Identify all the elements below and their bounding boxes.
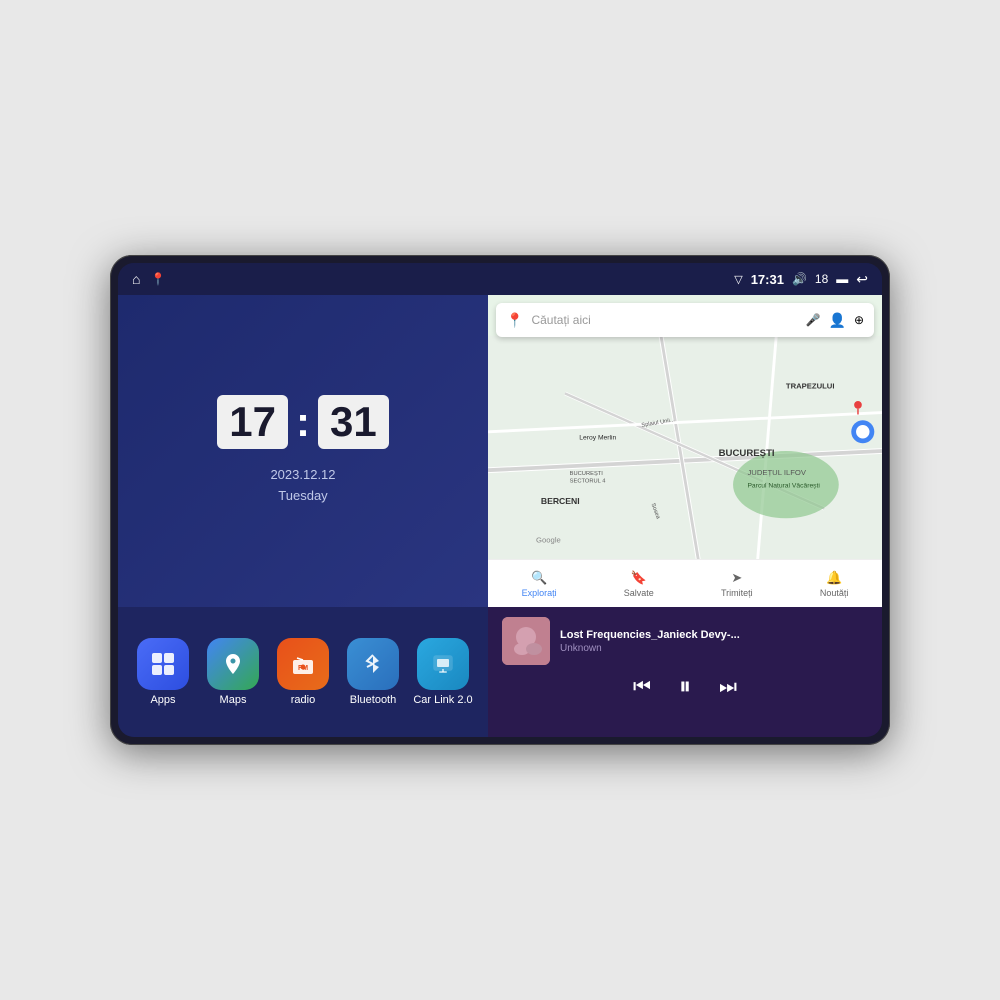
clock-display: 17 : 31 [217, 395, 388, 449]
news-label: Noutăți [820, 588, 849, 598]
home-icon[interactable]: ⌂ [132, 271, 140, 287]
music-album-art [502, 617, 550, 665]
status-left-icons: ⌂ 📍 [132, 271, 165, 287]
clock-date: 2023.12.12 Tuesday [270, 465, 335, 507]
svg-text:SECTORUL 4: SECTORUL 4 [570, 479, 607, 485]
map-search-placeholder: Căutați aici [531, 313, 797, 327]
carlink-icon [417, 638, 469, 690]
app-item-carlink[interactable]: Car Link 2.0 [413, 638, 473, 706]
music-prev-button[interactable]: ⏮ [633, 677, 651, 697]
maps-pin-icon[interactable]: 📍 [150, 272, 165, 286]
map-search-bar[interactable]: 📍 Căutați aici 🎤 👤 ⊕ [496, 303, 874, 337]
clock-hours: 17 [229, 398, 276, 445]
device-screen: ⌂ 📍 ▽ 17:31 🔊 18 ▬ ↩ 17 [118, 263, 882, 737]
explore-icon: 🔍 [531, 570, 547, 586]
svg-text:JUDEȚUL ILFOV: JUDEȚUL ILFOV [747, 468, 806, 477]
battery-icon: ▬ [836, 272, 848, 286]
clock-minutes-block: 31 [318, 395, 389, 449]
svg-text:Parcul Natural Văcărești: Parcul Natural Văcărești [747, 483, 820, 490]
signal-icon: ▽ [734, 273, 742, 286]
status-bar: ⌂ 📍 ▽ 17:31 🔊 18 ▬ ↩ [118, 263, 882, 295]
music-artist: Unknown [560, 643, 868, 654]
main-content: 17 : 31 2023.12.12 Tuesday [118, 295, 882, 737]
clock-section: 17 : 31 2023.12.12 Tuesday [118, 295, 488, 607]
music-title: Lost Frequencies_Janieck Devy-... [560, 629, 868, 641]
music-play-button[interactable]: ⏸ [679, 675, 691, 699]
saved-icon: 🔖 [631, 570, 647, 586]
map-nav-saved[interactable]: 🔖 Salvate [624, 570, 654, 598]
clock-date-value: 2023.12.12 [270, 465, 335, 486]
clock-minutes: 31 [330, 398, 377, 445]
status-time: 17:31 [751, 272, 784, 287]
apps-section: Apps Maps [118, 607, 488, 737]
clock-day-value: Tuesday [270, 486, 335, 507]
map-section[interactable]: Parcul Natural Văcărești Leroy Merlin BE… [488, 295, 882, 607]
radio-icon: FM [277, 638, 329, 690]
send-label: Trimiteți [721, 588, 753, 598]
app-label-bluetooth: Bluetooth [350, 694, 396, 706]
music-track-info: Lost Frequencies_Janieck Devy-... Unknow… [560, 629, 868, 654]
map-nav-explore[interactable]: 🔍 Explorați [522, 570, 557, 598]
music-next-button[interactable]: ⏭ [719, 677, 737, 697]
map-nav-send[interactable]: ➤ Trimiteți [721, 570, 753, 598]
app-item-bluetooth[interactable]: Bluetooth [343, 638, 403, 706]
volume-icon: 🔊 [792, 272, 807, 286]
left-panel: 17 : 31 2023.12.12 Tuesday [118, 295, 488, 737]
bluetooth-icon [347, 638, 399, 690]
battery-level: 18 [815, 272, 828, 286]
clock-hours-block: 17 [217, 395, 288, 449]
app-label-radio: radio [291, 694, 315, 706]
svg-text:BUCUREȘTI: BUCUREȘTI [570, 471, 604, 477]
music-section: Lost Frequencies_Janieck Devy-... Unknow… [488, 607, 882, 737]
app-item-apps[interactable]: Apps [133, 638, 193, 706]
svg-text:BUCUREȘTI: BUCUREȘTI [719, 448, 775, 459]
apps-icon [137, 638, 189, 690]
saved-label: Salvate [624, 588, 654, 598]
app-item-radio[interactable]: FM radio [273, 638, 333, 706]
maps-account-icon[interactable]: 👤 [829, 312, 846, 329]
maps-icon [207, 638, 259, 690]
svg-text:TRAPEZULUI: TRAPEZULUI [786, 382, 835, 391]
app-label-maps: Maps [220, 694, 247, 706]
svg-text:Google: Google [536, 535, 561, 544]
app-label-carlink: Car Link 2.0 [413, 694, 472, 706]
send-icon: ➤ [731, 570, 742, 586]
car-display-device: ⌂ 📍 ▽ 17:31 🔊 18 ▬ ↩ 17 [110, 255, 890, 745]
maps-mic-icon[interactable]: 🎤 [806, 313, 821, 327]
news-icon: 🔔 [826, 570, 842, 586]
right-panel: Parcul Natural Văcărești Leroy Merlin BE… [488, 295, 882, 737]
explore-label: Explorați [522, 588, 557, 598]
map-nav-news[interactable]: 🔔 Noutăți [820, 570, 849, 598]
maps-layers-icon[interactable]: ⊕ [854, 313, 864, 327]
back-icon[interactable]: ↩ [856, 271, 868, 288]
app-label-apps: Apps [150, 694, 175, 706]
music-controls: ⏮ ⏸ ⏭ [502, 675, 868, 699]
map-nav-bottom: 🔍 Explorați 🔖 Salvate ➤ Trimiteți 🔔 [488, 559, 882, 607]
clock-colon: : [296, 401, 310, 443]
app-item-maps[interactable]: Maps [203, 638, 263, 706]
maps-search-icon: 📍 [506, 312, 523, 329]
status-right: ▽ 17:31 🔊 18 ▬ ↩ [734, 271, 868, 288]
svg-text:BERCENI: BERCENI [541, 496, 580, 506]
svg-text:Leroy Merlin: Leroy Merlin [579, 434, 616, 441]
music-info-row: Lost Frequencies_Janieck Devy-... Unknow… [502, 617, 868, 665]
